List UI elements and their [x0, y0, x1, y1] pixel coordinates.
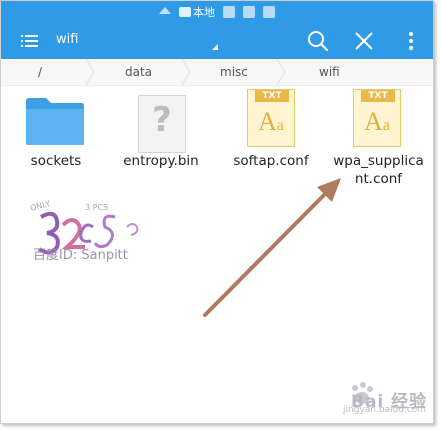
app-window: 本地 wifi / data misc wifi sockets ? entro… — [0, 0, 434, 424]
annotation-arrow — [203, 178, 341, 317]
baidu-watermark-sub: jingyan.baidu.com — [343, 405, 427, 415]
